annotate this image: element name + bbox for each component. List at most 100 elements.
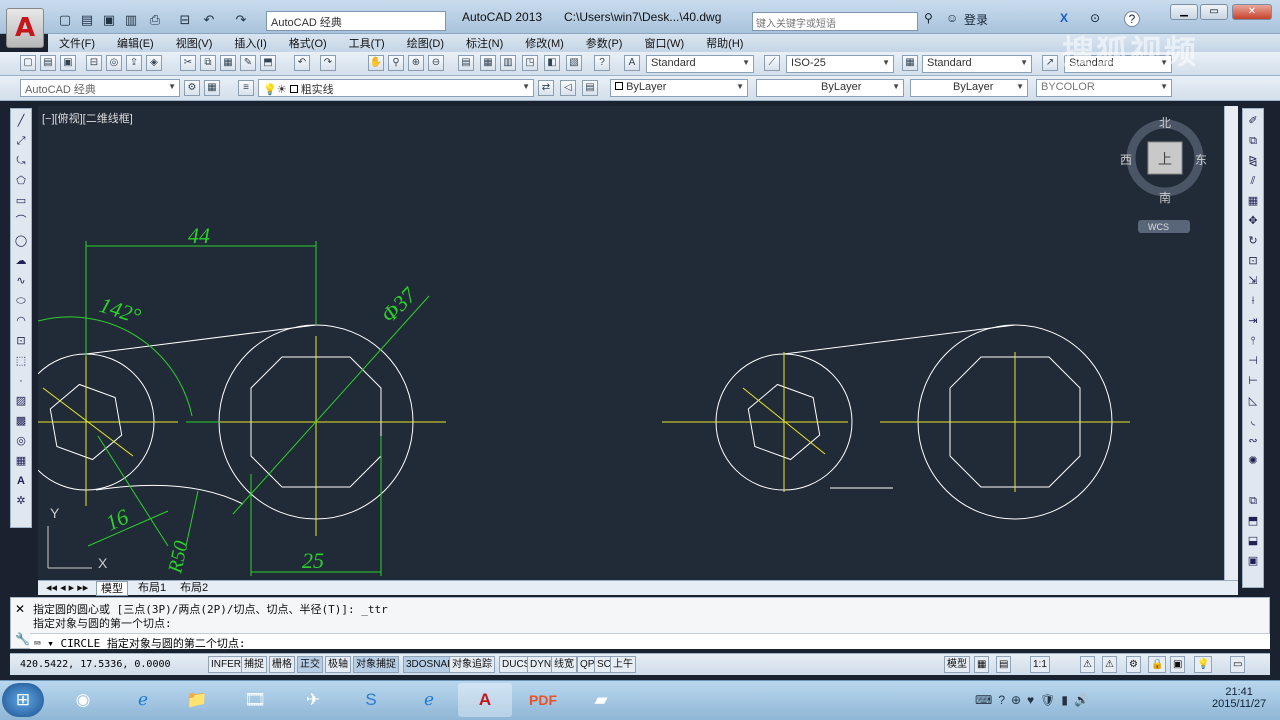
- scale-icon[interactable]: ⊡: [1245, 253, 1261, 269]
- menu-tools[interactable]: 工具(T): [338, 35, 396, 51]
- cut-icon[interactable]: ✂: [180, 55, 196, 71]
- explode-icon[interactable]: ✺: [1245, 453, 1261, 469]
- point-icon[interactable]: ·: [13, 373, 29, 389]
- new-icon[interactable]: ▢: [56, 11, 74, 29]
- rotate-icon[interactable]: ↻: [1245, 233, 1261, 249]
- workspace-settings-icon[interactable]: ⚙: [184, 80, 200, 96]
- break-icon[interactable]: ⊣: [1245, 353, 1261, 369]
- offset-icon[interactable]: ⫽: [1245, 173, 1261, 189]
- workspace-dropdown[interactable]: AutoCAD 经典: [266, 11, 446, 31]
- ellipse-arc-icon[interactable]: ◠: [13, 313, 29, 329]
- make-block-icon[interactable]: ⬚: [13, 353, 29, 369]
- command-settings-icon[interactable]: 🔧: [15, 632, 30, 646]
- drawing-canvas[interactable]: 44 142° Φ37 16 R50 25 Y X 上 北 南 东 西 WCS …: [38, 106, 1224, 580]
- match-properties-icon[interactable]: ✎: [240, 55, 256, 71]
- tool-palettes-icon[interactable]: ▥: [500, 55, 516, 71]
- annotation-scale[interactable]: 1:1: [1030, 656, 1050, 673]
- open-icon[interactable]: ▤: [78, 11, 96, 29]
- taskbar-ie-icon[interactable]: ℯ: [116, 683, 170, 717]
- rectangle-icon[interactable]: ▭: [13, 193, 29, 209]
- gradient-icon[interactable]: ▩: [13, 413, 29, 429]
- lineweight-dropdown[interactable]: ByLayer: [910, 79, 1028, 97]
- insert-block-icon[interactable]: ⊡: [13, 333, 29, 349]
- start-button[interactable]: ⊞: [2, 683, 44, 717]
- polyline-icon[interactable]: ⤿: [13, 153, 29, 169]
- zoom-previous-icon[interactable]: ⊖: [428, 55, 444, 71]
- markup-icon[interactable]: ◧: [544, 55, 560, 71]
- paste-icon[interactable]: ▦: [220, 55, 236, 71]
- maximize-button[interactable]: ▭: [1200, 4, 1228, 20]
- spline-icon[interactable]: ∿: [13, 273, 29, 289]
- user-icon[interactable]: ☺: [946, 11, 958, 25]
- linetype-dropdown[interactable]: ByLayer: [756, 79, 904, 97]
- tab-model[interactable]: 模型: [96, 581, 128, 596]
- status-snap[interactable]: 捕捉: [241, 656, 267, 673]
- lock-icon[interactable]: 🔒: [1148, 656, 1167, 673]
- save-icon[interactable]: ▣: [60, 55, 76, 71]
- print-icon[interactable]: ⊟: [86, 55, 102, 71]
- preview-icon[interactable]: ◎: [106, 55, 122, 71]
- taskbar-media-icon[interactable]: 🎞: [228, 683, 282, 717]
- status-otrack[interactable]: 对象追踪: [449, 656, 495, 673]
- undo-icon[interactable]: ↶: [294, 55, 310, 71]
- workspace-icon[interactable]: ▦: [204, 80, 220, 96]
- status-ortho[interactable]: 正交: [297, 656, 323, 673]
- binoculars-icon[interactable]: ⚲: [924, 11, 933, 25]
- extend-icon[interactable]: ⇥: [1245, 313, 1261, 329]
- circle-icon[interactable]: ◯: [13, 233, 29, 249]
- text-front-icon[interactable]: ▣: [1245, 553, 1261, 569]
- draworder-front-icon[interactable]: ⬒: [1245, 513, 1261, 529]
- taskbar-ie2-icon[interactable]: ℯ: [402, 683, 456, 717]
- menu-help[interactable]: 帮助(H): [695, 35, 754, 51]
- blend-icon[interactable]: ∾: [1245, 433, 1261, 449]
- annotation-visibility-icon[interactable]: ⚠: [1080, 656, 1095, 673]
- layer-previous-icon[interactable]: ◁: [560, 80, 576, 96]
- status-infer[interactable]: INFER: [208, 656, 244, 673]
- print-icon[interactable]: ⊟: [176, 11, 194, 29]
- table-style-icon[interactable]: ▦: [902, 55, 918, 71]
- clock[interactable]: 21:41 2015/11/27: [1212, 686, 1266, 710]
- tab-nav-arrows[interactable]: ◂◂ ◂ ▸ ▸▸: [42, 581, 92, 596]
- menu-window[interactable]: 窗口(W): [633, 35, 695, 51]
- help-icon[interactable]: ?: [594, 55, 610, 71]
- trim-icon[interactable]: ⟊: [1245, 293, 1261, 309]
- mtext-icon[interactable]: A: [13, 473, 29, 489]
- search-input[interactable]: 键入关键字或短语: [752, 12, 918, 31]
- redo-icon[interactable]: ↷: [320, 55, 336, 71]
- calculator-icon[interactable]: ▧: [566, 55, 582, 71]
- array-icon[interactable]: ▦: [1245, 193, 1261, 209]
- saveas-icon[interactable]: ▥: [122, 11, 140, 29]
- design-center-icon[interactable]: ▦: [480, 55, 496, 71]
- taskbar-pdf-icon[interactable]: PDF: [516, 683, 570, 717]
- menu-file[interactable]: 文件(F): [48, 35, 106, 51]
- tab-layout1[interactable]: 布局1: [134, 581, 170, 596]
- status-model[interactable]: 模型: [944, 656, 970, 673]
- text-style-dropdown[interactable]: Standard: [646, 55, 754, 73]
- status-grid[interactable]: 栅格: [269, 656, 295, 673]
- hatch-icon[interactable]: ▨: [13, 393, 29, 409]
- taskbar-notes-icon[interactable]: ▰: [574, 683, 628, 717]
- fillet-icon[interactable]: ◟: [1245, 413, 1261, 429]
- taskbar-qq-icon[interactable]: ✈: [286, 683, 340, 717]
- command-input[interactable]: ⌨ ▾ CIRCLE 指定对象与圆的第二个切点:: [30, 633, 1270, 650]
- taskbar-explorer-icon[interactable]: 📁: [170, 683, 224, 717]
- mleader-style-icon[interactable]: ↗: [1042, 55, 1058, 71]
- menu-parameter[interactable]: 参数(P): [575, 35, 634, 51]
- viewport-controls[interactable]: [−][俯视][二维线框]: [42, 110, 133, 126]
- app-logo-button[interactable]: A: [6, 8, 44, 48]
- erase-icon[interactable]: ✐: [1245, 113, 1261, 129]
- ellipse-icon[interactable]: ⬭: [13, 293, 29, 309]
- status-lwt[interactable]: 线宽: [551, 656, 577, 673]
- menu-insert[interactable]: 插入(I): [223, 35, 277, 51]
- auto-scale-icon[interactable]: ⚠: [1102, 656, 1117, 673]
- save-icon[interactable]: ▣: [100, 11, 118, 29]
- layer-current-icon[interactable]: ⇄: [538, 80, 554, 96]
- join-icon[interactable]: ⊢: [1245, 373, 1261, 389]
- publish-icon[interactable]: ⇪: [126, 55, 142, 71]
- text-style-icon[interactable]: A: [624, 55, 640, 71]
- zoom-window-icon[interactable]: ⊕: [408, 55, 424, 71]
- layer-dropdown[interactable]: 💡☀ 粗实线: [258, 79, 534, 97]
- menu-edit[interactable]: 编辑(E): [106, 35, 165, 51]
- help-group-icon[interactable]: ⊙: [1090, 11, 1100, 25]
- pan-icon[interactable]: ✋: [368, 55, 384, 71]
